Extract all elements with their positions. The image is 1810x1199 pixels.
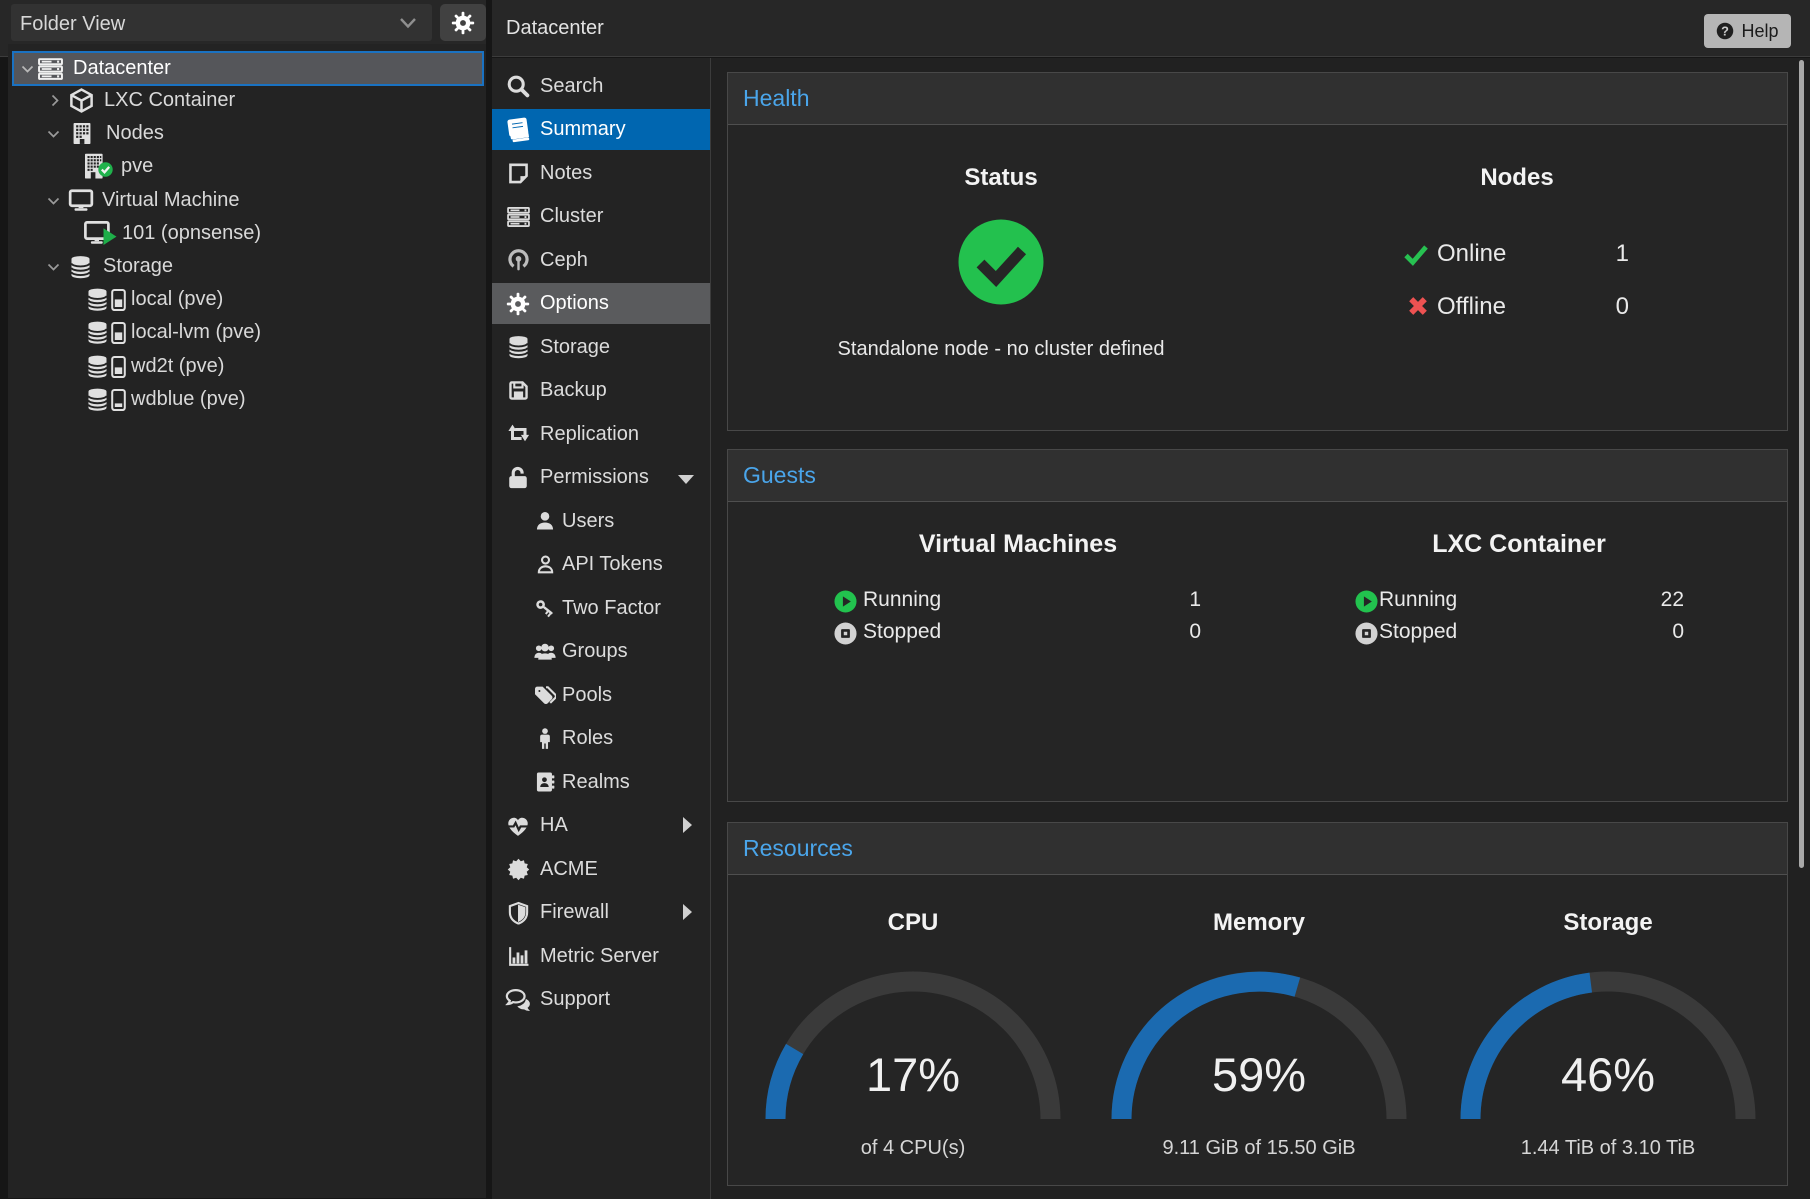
svg-text:?: ?	[1722, 24, 1730, 39]
